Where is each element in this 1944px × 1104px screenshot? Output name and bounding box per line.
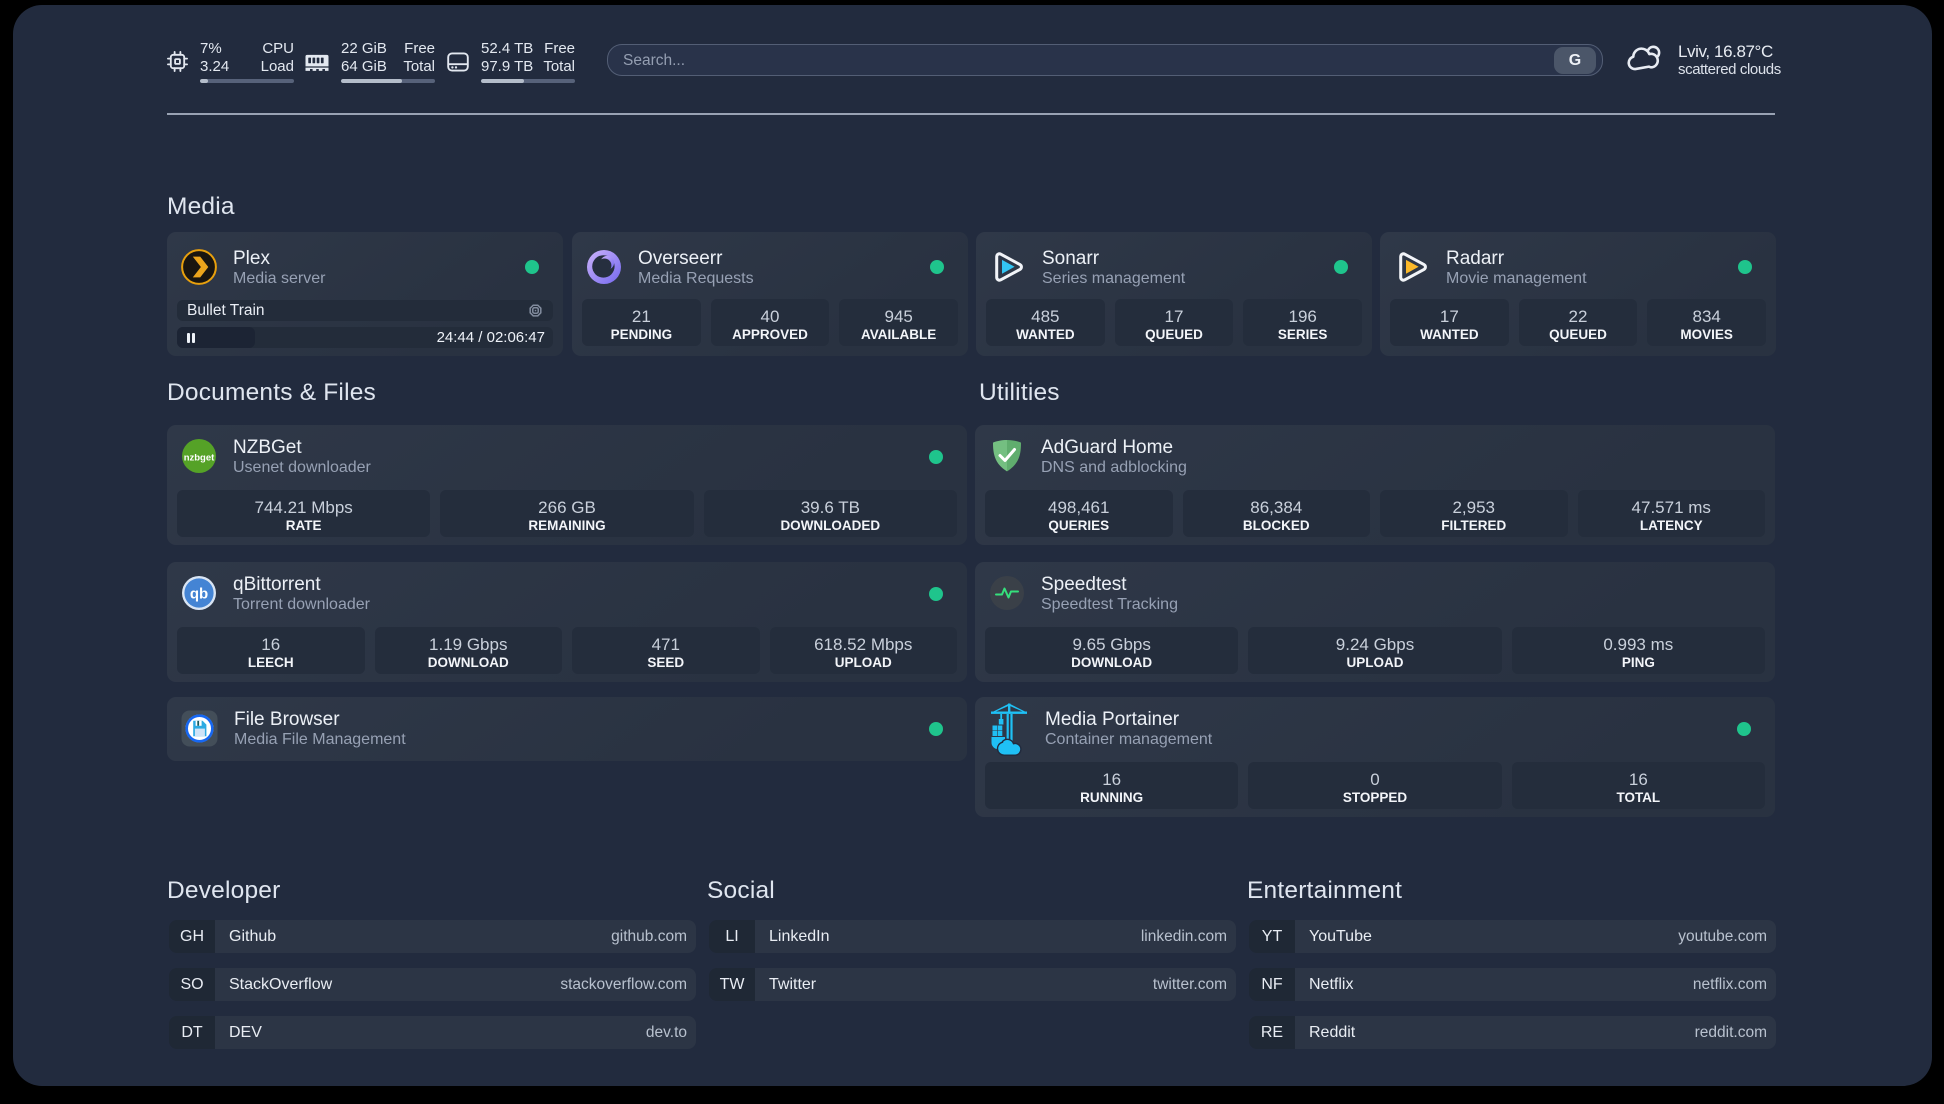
svg-text:qb: qb — [190, 586, 208, 603]
svg-text:nzbget: nzbget — [184, 453, 215, 464]
